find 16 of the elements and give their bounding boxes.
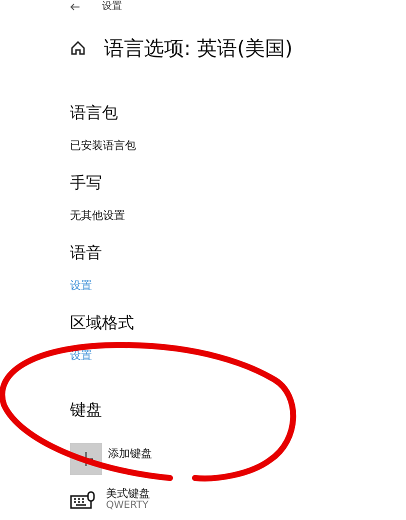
page-title: 语言选项: 英语(美国) [104,35,293,61]
section-text: 无其他设置 [70,208,126,224]
back-arrow-icon[interactable] [70,3,80,11]
section-heading: 区域格式 [70,312,135,334]
section-heading: 键盘 [70,399,103,421]
section-heading: 手写 [70,172,103,194]
add-keyboard-label[interactable]: 添加键盘 [108,446,152,461]
settings-link[interactable]: 设置 [70,278,92,294]
home-icon[interactable] [70,40,86,56]
keyboard-icon [70,490,96,508]
section-heading: 语音 [70,242,103,264]
section-heading: 语言包 [70,102,119,124]
keyboard-layout: QWERTY [106,500,150,512]
window-title: 设置 [102,1,122,13]
keyboard-name: 美式键盘 [106,487,150,500]
section-text: 已安装语言包 [70,138,137,154]
